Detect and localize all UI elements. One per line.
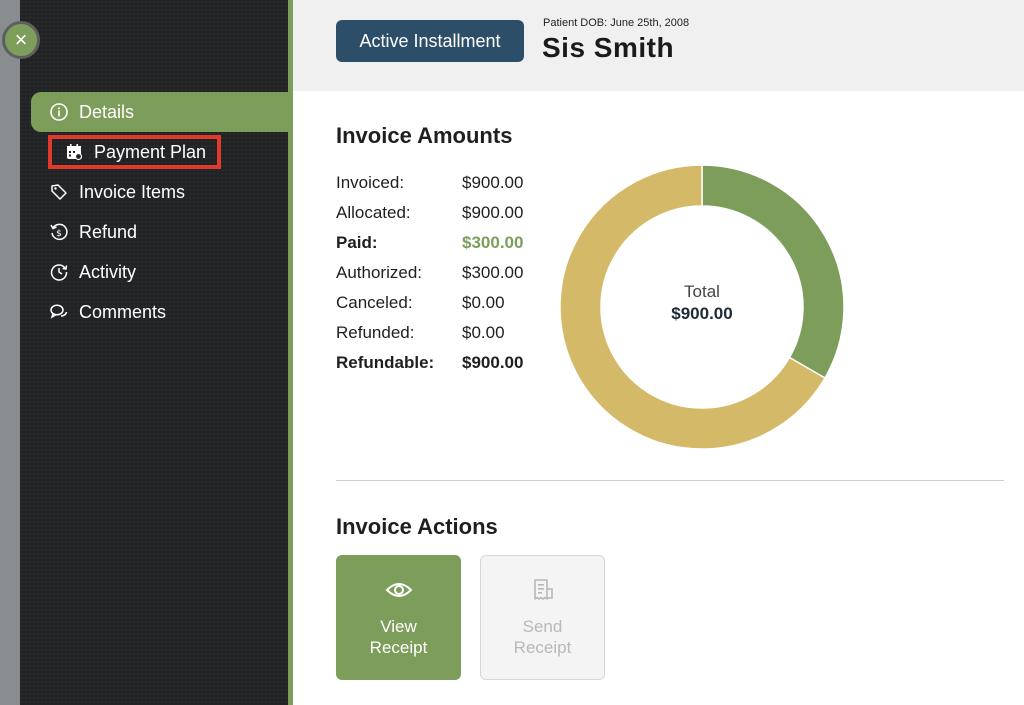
patient-header: Active Installment Patient DOB: June 25t… <box>293 0 1024 91</box>
view-receipt-line1: View <box>380 616 417 636</box>
sidebar-item-label: Details <box>79 101 135 122</box>
amount-value: $0.00 <box>462 323 505 342</box>
activity-icon <box>49 262 69 282</box>
amount-label: Authorized: <box>336 263 422 282</box>
info-icon <box>49 102 69 122</box>
tag-icon <box>49 182 69 202</box>
refund-icon: $ <box>49 222 69 242</box>
send-receipt-button[interactable]: Send Receipt <box>480 555 605 680</box>
sidebar-item-label: Invoice Items <box>79 181 186 202</box>
eye-icon <box>385 578 413 602</box>
sidebar-item-label: Payment Plan <box>94 141 207 162</box>
sidebar-item-comments[interactable]: Comments <box>31 292 288 332</box>
amount-label: Refundable: <box>336 353 435 372</box>
sidebar-item-label: Activity <box>79 261 137 282</box>
amount-row-refunded: Refunded: $0.00 <box>336 318 542 348</box>
sidebar-item-refund[interactable]: $ Refund <box>31 212 288 252</box>
amount-value: $900.00 <box>462 173 524 192</box>
sidebar-border <box>288 0 293 705</box>
patient-name: Sis Smith <box>542 32 675 63</box>
donut-total-value: $900.00 <box>671 304 733 323</box>
invoice-amounts-list: Invoiced: $900.00 Allocated: $900.00 Pai… <box>336 168 542 378</box>
svg-text:$: $ <box>56 229 62 239</box>
highlight-box: Payment Plan <box>48 135 222 169</box>
donut-total-label: Total <box>684 282 720 301</box>
view-receipt-line2: Receipt <box>369 637 428 657</box>
amount-row-refundable: Refundable: $900.00 <box>336 348 542 378</box>
donut-center-label: Total $900.00 <box>558 282 846 324</box>
amount-value: $0.00 <box>462 293 505 312</box>
section-divider <box>336 480 1004 481</box>
amount-row-paid: Paid: $300.00 <box>336 228 542 258</box>
calendar-icon <box>64 142 84 162</box>
sidebar-item-payment-plan[interactable]: Payment Plan <box>31 132 288 172</box>
view-receipt-button[interactable]: View Receipt <box>336 555 461 680</box>
donut-slice-0 <box>701 164 845 380</box>
sidebar-item-label: Comments <box>79 301 167 322</box>
close-icon: × <box>14 27 28 52</box>
amount-value: $300.00 <box>462 263 524 282</box>
amount-row-canceled: Canceled: $0.00 <box>336 288 542 318</box>
left-edge-strip <box>0 0 20 705</box>
patient-dob: Patient DOB: June 25th, 2008 <box>543 17 690 29</box>
amount-row-allocated: Allocated: $900.00 <box>336 198 542 228</box>
amount-label: Refunded: <box>336 323 415 342</box>
send-receipt-line1: Send <box>522 616 563 636</box>
amount-value: $900.00 <box>462 353 524 372</box>
comments-icon <box>49 302 69 322</box>
close-button[interactable]: × <box>2 21 40 59</box>
amount-value: $900.00 <box>462 203 524 222</box>
send-receipt-line2: Receipt <box>513 637 572 657</box>
amount-row-authorized: Authorized: $300.00 <box>336 258 542 288</box>
sidebar-item-details[interactable]: Details <box>31 92 288 132</box>
sidebar-item-invoice-items[interactable]: Invoice Items <box>31 172 288 212</box>
amount-label: Invoiced: <box>336 173 405 192</box>
invoice-amounts-title: Invoice Amounts <box>336 123 513 148</box>
amount-label: Allocated: <box>336 203 411 222</box>
amount-label: Canceled: <box>336 293 413 312</box>
sidebar-item-activity[interactable]: Activity <box>31 252 288 292</box>
sidebar-item-label: Refund <box>79 221 138 242</box>
sidebar-nav: Details Payment Plan Invoice Items $ Ref… <box>31 92 288 332</box>
invoice-actions-title: Invoice Actions <box>336 514 498 539</box>
active-installment-button[interactable]: Active Installment <box>336 20 524 62</box>
amount-value: $300.00 <box>462 233 524 252</box>
receipt-icon <box>531 578 555 602</box>
amount-row-invoiced: Invoiced: $900.00 <box>336 168 542 198</box>
amount-label: Paid: <box>336 233 378 252</box>
